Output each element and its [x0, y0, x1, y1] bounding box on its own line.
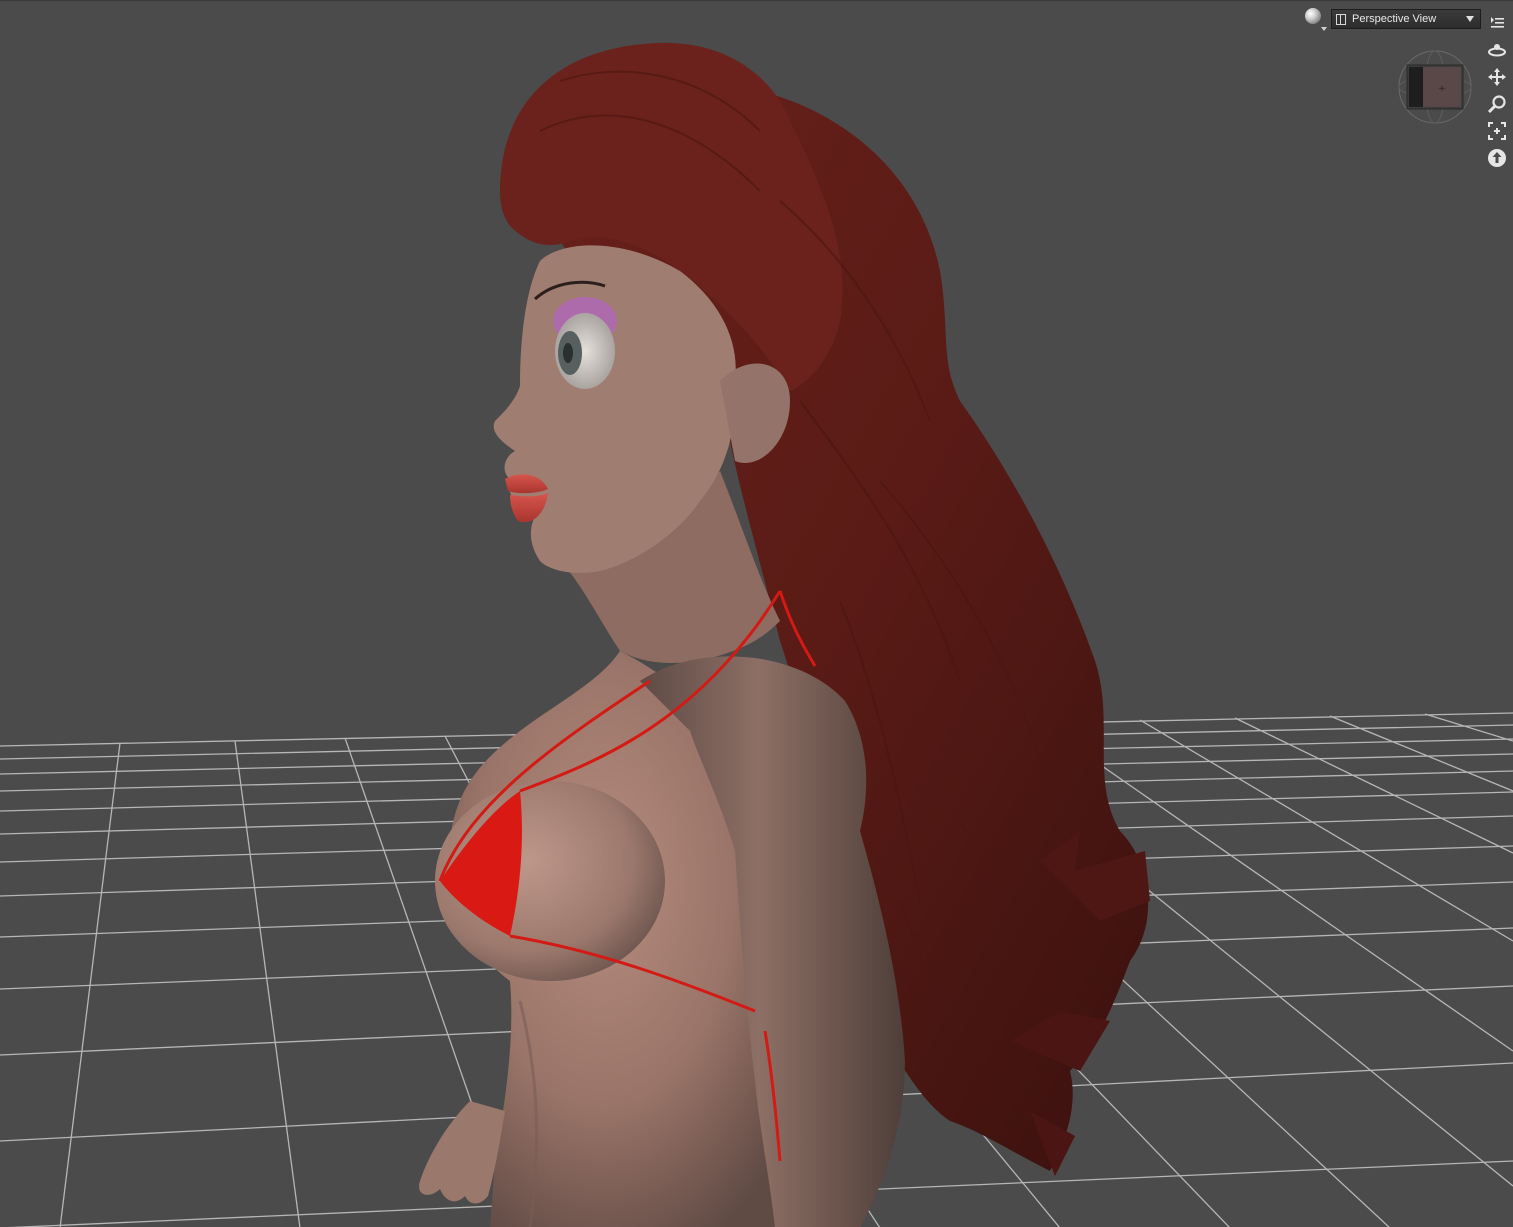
svg-text:+: + — [1438, 84, 1446, 94]
camera-select-label: Perspective View — [1352, 13, 1437, 25]
draw-style-sphere-icon[interactable] — [1303, 7, 1327, 31]
3d-viewport[interactable]: Perspective View + — [0, 0, 1513, 1227]
viewport-toolbar: Perspective View — [1303, 7, 1481, 31]
reset-view-icon[interactable] — [1485, 144, 1509, 171]
scene-canvas[interactable] — [0, 1, 1513, 1227]
viewport-menu-icon[interactable] — [1485, 9, 1509, 36]
orbit-icon[interactable] — [1485, 36, 1509, 63]
draw-style-ball — [1305, 8, 1321, 24]
frame-icon[interactable] — [1485, 117, 1509, 144]
camera-view-icon — [1336, 13, 1346, 25]
camera-select[interactable]: Perspective View — [1331, 9, 1481, 29]
navigation-tools — [1485, 9, 1509, 171]
pan-icon[interactable] — [1485, 63, 1509, 90]
chevron-down-icon — [1466, 16, 1474, 22]
zoom-icon[interactable] — [1485, 90, 1509, 117]
view-cube[interactable]: + — [1397, 49, 1473, 125]
chevron-down-icon — [1321, 27, 1327, 31]
